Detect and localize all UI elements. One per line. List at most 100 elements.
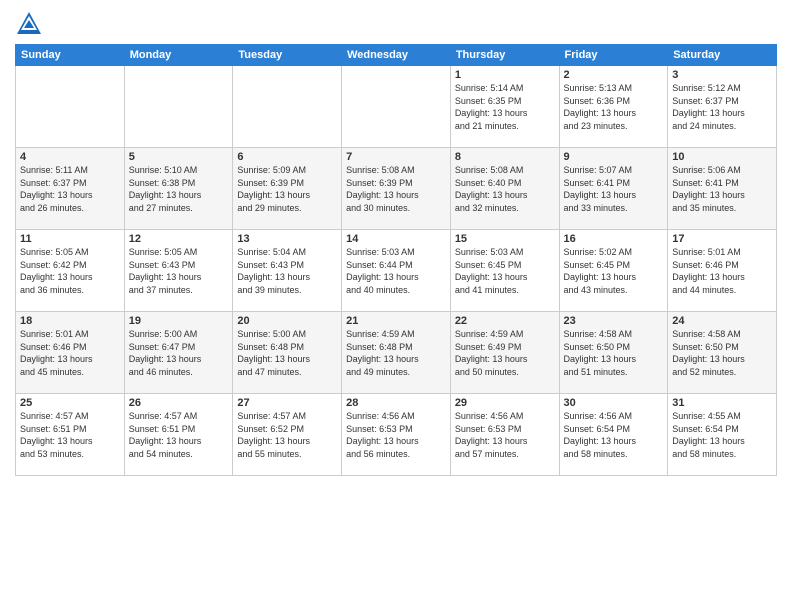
day-header-sunday: Sunday [16, 45, 125, 66]
day-info: Sunrise: 5:01 AMSunset: 6:46 PMDaylight:… [20, 328, 120, 378]
day-info: Sunrise: 4:56 AMSunset: 6:53 PMDaylight:… [455, 410, 555, 460]
calendar-cell [16, 66, 125, 148]
calendar-cell: 9Sunrise: 5:07 AMSunset: 6:41 PMDaylight… [559, 148, 668, 230]
calendar-cell: 28Sunrise: 4:56 AMSunset: 6:53 PMDayligh… [342, 394, 451, 476]
day-info: Sunrise: 5:11 AMSunset: 6:37 PMDaylight:… [20, 164, 120, 214]
calendar-cell [342, 66, 451, 148]
day-info: Sunrise: 4:57 AMSunset: 6:51 PMDaylight:… [129, 410, 229, 460]
day-header-saturday: Saturday [668, 45, 777, 66]
calendar-cell: 14Sunrise: 5:03 AMSunset: 6:44 PMDayligh… [342, 230, 451, 312]
day-number: 15 [455, 233, 555, 245]
calendar-cell: 26Sunrise: 4:57 AMSunset: 6:51 PMDayligh… [124, 394, 233, 476]
calendar-cell: 29Sunrise: 4:56 AMSunset: 6:53 PMDayligh… [450, 394, 559, 476]
calendar-cell: 19Sunrise: 5:00 AMSunset: 6:47 PMDayligh… [124, 312, 233, 394]
calendar-cell: 4Sunrise: 5:11 AMSunset: 6:37 PMDaylight… [16, 148, 125, 230]
calendar-cell: 2Sunrise: 5:13 AMSunset: 6:36 PMDaylight… [559, 66, 668, 148]
day-number: 25 [20, 397, 120, 409]
day-info: Sunrise: 5:00 AMSunset: 6:47 PMDaylight:… [129, 328, 229, 378]
day-number: 27 [237, 397, 337, 409]
day-info: Sunrise: 4:59 AMSunset: 6:49 PMDaylight:… [455, 328, 555, 378]
calendar-cell: 31Sunrise: 4:55 AMSunset: 6:54 PMDayligh… [668, 394, 777, 476]
calendar-cell: 30Sunrise: 4:56 AMSunset: 6:54 PMDayligh… [559, 394, 668, 476]
day-number: 10 [672, 151, 772, 163]
day-info: Sunrise: 4:57 AMSunset: 6:51 PMDaylight:… [20, 410, 120, 460]
day-info: Sunrise: 5:14 AMSunset: 6:35 PMDaylight:… [455, 82, 555, 132]
day-info: Sunrise: 5:00 AMSunset: 6:48 PMDaylight:… [237, 328, 337, 378]
day-header-tuesday: Tuesday [233, 45, 342, 66]
day-info: Sunrise: 5:08 AMSunset: 6:40 PMDaylight:… [455, 164, 555, 214]
day-number: 31 [672, 397, 772, 409]
day-info: Sunrise: 4:56 AMSunset: 6:54 PMDaylight:… [564, 410, 664, 460]
calendar-header-row: SundayMondayTuesdayWednesdayThursdayFrid… [16, 45, 777, 66]
day-number: 13 [237, 233, 337, 245]
day-info: Sunrise: 5:05 AMSunset: 6:42 PMDaylight:… [20, 246, 120, 296]
day-info: Sunrise: 5:12 AMSunset: 6:37 PMDaylight:… [672, 82, 772, 132]
calendar-cell: 21Sunrise: 4:59 AMSunset: 6:48 PMDayligh… [342, 312, 451, 394]
calendar-week-row: 18Sunrise: 5:01 AMSunset: 6:46 PMDayligh… [16, 312, 777, 394]
day-number: 26 [129, 397, 229, 409]
calendar-cell: 7Sunrise: 5:08 AMSunset: 6:39 PMDaylight… [342, 148, 451, 230]
day-header-friday: Friday [559, 45, 668, 66]
day-number: 9 [564, 151, 664, 163]
day-number: 12 [129, 233, 229, 245]
day-header-monday: Monday [124, 45, 233, 66]
day-info: Sunrise: 5:03 AMSunset: 6:44 PMDaylight:… [346, 246, 446, 296]
calendar-cell [233, 66, 342, 148]
day-number: 20 [237, 315, 337, 327]
day-number: 1 [455, 69, 555, 81]
day-header-wednesday: Wednesday [342, 45, 451, 66]
day-number: 21 [346, 315, 446, 327]
calendar-cell: 23Sunrise: 4:58 AMSunset: 6:50 PMDayligh… [559, 312, 668, 394]
calendar-cell: 8Sunrise: 5:08 AMSunset: 6:40 PMDaylight… [450, 148, 559, 230]
calendar-cell: 13Sunrise: 5:04 AMSunset: 6:43 PMDayligh… [233, 230, 342, 312]
calendar-cell: 12Sunrise: 5:05 AMSunset: 6:43 PMDayligh… [124, 230, 233, 312]
day-info: Sunrise: 4:58 AMSunset: 6:50 PMDaylight:… [564, 328, 664, 378]
calendar-week-row: 11Sunrise: 5:05 AMSunset: 6:42 PMDayligh… [16, 230, 777, 312]
day-info: Sunrise: 5:13 AMSunset: 6:36 PMDaylight:… [564, 82, 664, 132]
calendar-cell: 1Sunrise: 5:14 AMSunset: 6:35 PMDaylight… [450, 66, 559, 148]
day-number: 22 [455, 315, 555, 327]
day-info: Sunrise: 4:56 AMSunset: 6:53 PMDaylight:… [346, 410, 446, 460]
calendar-cell: 15Sunrise: 5:03 AMSunset: 6:45 PMDayligh… [450, 230, 559, 312]
day-number: 19 [129, 315, 229, 327]
day-info: Sunrise: 5:05 AMSunset: 6:43 PMDaylight:… [129, 246, 229, 296]
day-info: Sunrise: 4:57 AMSunset: 6:52 PMDaylight:… [237, 410, 337, 460]
calendar-cell [124, 66, 233, 148]
calendar-cell: 5Sunrise: 5:10 AMSunset: 6:38 PMDaylight… [124, 148, 233, 230]
day-number: 6 [237, 151, 337, 163]
day-number: 16 [564, 233, 664, 245]
day-info: Sunrise: 5:08 AMSunset: 6:39 PMDaylight:… [346, 164, 446, 214]
calendar-cell: 10Sunrise: 5:06 AMSunset: 6:41 PMDayligh… [668, 148, 777, 230]
calendar-cell: 25Sunrise: 4:57 AMSunset: 6:51 PMDayligh… [16, 394, 125, 476]
day-info: Sunrise: 5:10 AMSunset: 6:38 PMDaylight:… [129, 164, 229, 214]
day-info: Sunrise: 5:03 AMSunset: 6:45 PMDaylight:… [455, 246, 555, 296]
day-info: Sunrise: 5:09 AMSunset: 6:39 PMDaylight:… [237, 164, 337, 214]
day-number: 11 [20, 233, 120, 245]
day-info: Sunrise: 5:01 AMSunset: 6:46 PMDaylight:… [672, 246, 772, 296]
day-info: Sunrise: 5:06 AMSunset: 6:41 PMDaylight:… [672, 164, 772, 214]
calendar-cell: 16Sunrise: 5:02 AMSunset: 6:45 PMDayligh… [559, 230, 668, 312]
day-info: Sunrise: 4:55 AMSunset: 6:54 PMDaylight:… [672, 410, 772, 460]
day-number: 8 [455, 151, 555, 163]
calendar-cell: 11Sunrise: 5:05 AMSunset: 6:42 PMDayligh… [16, 230, 125, 312]
day-number: 24 [672, 315, 772, 327]
day-number: 14 [346, 233, 446, 245]
calendar-week-row: 25Sunrise: 4:57 AMSunset: 6:51 PMDayligh… [16, 394, 777, 476]
page: SundayMondayTuesdayWednesdayThursdayFrid… [0, 0, 792, 612]
calendar-cell: 27Sunrise: 4:57 AMSunset: 6:52 PMDayligh… [233, 394, 342, 476]
day-number: 23 [564, 315, 664, 327]
day-header-thursday: Thursday [450, 45, 559, 66]
day-number: 5 [129, 151, 229, 163]
calendar-cell: 6Sunrise: 5:09 AMSunset: 6:39 PMDaylight… [233, 148, 342, 230]
calendar-cell: 20Sunrise: 5:00 AMSunset: 6:48 PMDayligh… [233, 312, 342, 394]
calendar-week-row: 1Sunrise: 5:14 AMSunset: 6:35 PMDaylight… [16, 66, 777, 148]
day-info: Sunrise: 5:07 AMSunset: 6:41 PMDaylight:… [564, 164, 664, 214]
day-number: 4 [20, 151, 120, 163]
day-number: 30 [564, 397, 664, 409]
day-number: 2 [564, 69, 664, 81]
calendar-cell: 22Sunrise: 4:59 AMSunset: 6:49 PMDayligh… [450, 312, 559, 394]
day-info: Sunrise: 4:59 AMSunset: 6:48 PMDaylight:… [346, 328, 446, 378]
logo [15, 10, 47, 38]
calendar-cell: 24Sunrise: 4:58 AMSunset: 6:50 PMDayligh… [668, 312, 777, 394]
day-number: 7 [346, 151, 446, 163]
